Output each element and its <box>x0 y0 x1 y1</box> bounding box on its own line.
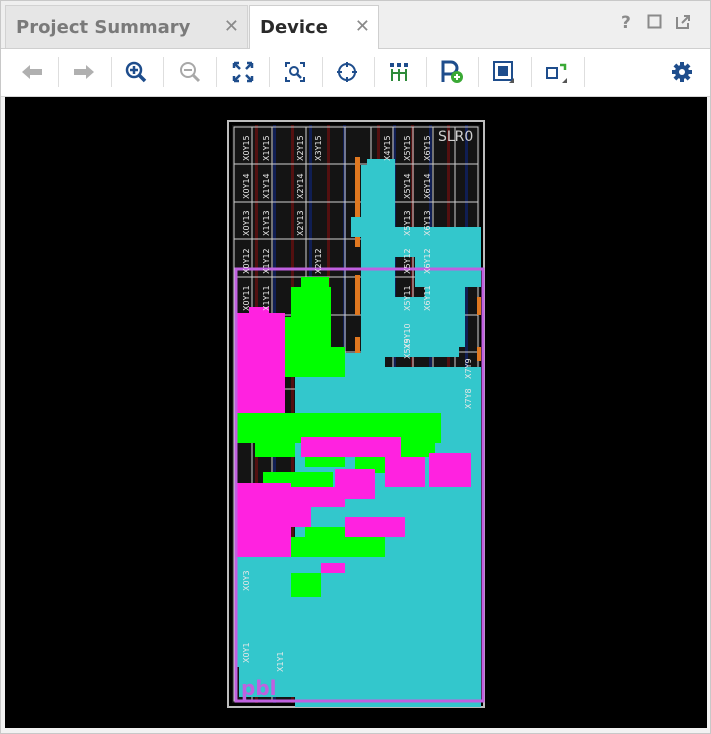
clock-region-label: X1Y12 <box>262 248 271 274</box>
clock-region-label: X4Y15 <box>383 135 392 161</box>
zoom-fit-icon[interactable] <box>230 59 256 85</box>
clock-region-label: X2Y14 <box>296 173 305 199</box>
routing-resources-icon[interactable] <box>386 59 412 85</box>
clock-region-label: X7Y8 <box>464 388 473 409</box>
zoom-out-icon[interactable] <box>177 59 203 85</box>
autofit-selection-icon[interactable] <box>334 59 360 85</box>
toolbar-separator <box>58 57 59 87</box>
clock-region-label: X3Y15 <box>314 135 323 161</box>
pblock-label: pbl <box>241 676 277 700</box>
zoom-in-icon[interactable] <box>123 59 149 85</box>
clock-region-label: X0Y15 <box>242 135 251 161</box>
draw-pblock-icon[interactable] <box>491 59 517 85</box>
clock-region-label: X6Y11 <box>423 285 432 311</box>
device-floorplan[interactable]: pbl SLR0 X0Y15 X1Y15 X2Y15 X3Y15 X4Y15 X… <box>5 97 707 728</box>
toolbar-separator <box>269 57 270 87</box>
clock-region-label: X5Y14 <box>403 173 412 199</box>
clock-region-label: X6Y12 <box>423 248 432 274</box>
close-icon[interactable]: ✕ <box>224 16 239 37</box>
settings-gear-icon[interactable] <box>669 59 695 85</box>
maximize-icon[interactable] <box>647 14 662 34</box>
add-pblock-icon[interactable] <box>439 59 465 85</box>
clock-region-label: X5Y15 <box>403 135 412 161</box>
toolbar-separator <box>426 57 427 87</box>
clock-region-label: X2Y12 <box>314 248 323 274</box>
device-view-panel: Project Summary ✕ Device ✕ ? pbl SLR0 X0… <box>0 0 711 734</box>
help-icon[interactable]: ? <box>621 13 631 33</box>
toolbar <box>1 49 710 97</box>
clock-region-label: X0Y1 <box>242 642 251 663</box>
clock-region-label: X5Y12 <box>403 248 412 274</box>
toolbar-separator <box>374 57 375 87</box>
tab-device[interactable]: Device ✕ <box>249 5 379 49</box>
zoom-selection-icon[interactable] <box>282 59 308 85</box>
clock-region-label: X1Y11 <box>262 285 271 311</box>
clock-region-label: X0Y13 <box>242 210 251 236</box>
device-canvas[interactable]: pbl SLR0 X0Y15 X1Y15 X2Y15 X3Y15 X4Y15 X… <box>5 97 707 728</box>
clock-region-label: X0Y14 <box>242 173 251 199</box>
toolbar-separator <box>584 57 585 87</box>
close-icon[interactable]: ✕ <box>355 16 370 37</box>
clock-region-label: X0Y12 <box>242 248 251 274</box>
back-arrow-icon[interactable] <box>19 59 45 85</box>
clock-region-label: X1Y14 <box>262 173 271 199</box>
clock-region-label: X0Y3 <box>242 570 251 591</box>
clock-region-label: X6Y14 <box>423 173 432 199</box>
clock-region-label: X5Y13 <box>403 210 412 236</box>
clock-region-label: X2Y15 <box>296 135 305 161</box>
draw-box-icon[interactable] <box>544 59 570 85</box>
tab-project-summary-label: Project Summary <box>16 16 191 38</box>
toolbar-separator <box>478 57 479 87</box>
toolbar-separator <box>163 57 164 87</box>
float-window-icon[interactable] <box>675 14 691 35</box>
clock-region-label: X6Y13 <box>423 210 432 236</box>
toolbar-separator <box>111 57 112 87</box>
slr-label: SLR0 <box>438 129 473 145</box>
tab-device-label: Device <box>260 17 328 38</box>
clock-region-label: X1Y15 <box>262 135 271 161</box>
tab-bar: Project Summary ✕ Device ✕ ? <box>1 1 710 49</box>
clock-region-label: X7Y9 <box>464 358 473 379</box>
clock-region-label: X1Y1 <box>276 651 285 672</box>
clock-region-label: X2Y13 <box>296 210 305 236</box>
toolbar-separator <box>531 57 532 87</box>
clock-region-label: X5Y9 <box>403 338 412 359</box>
toolbar-separator <box>216 57 217 87</box>
toolbar-separator <box>322 57 323 87</box>
clock-region-label: X0Y11 <box>242 285 251 311</box>
tab-project-summary[interactable]: Project Summary ✕ <box>5 5 248 48</box>
clock-region-label: X6Y15 <box>423 135 432 161</box>
clock-region-label: X1Y13 <box>262 210 271 236</box>
clock-region-label: X5Y11 <box>403 285 412 311</box>
forward-arrow-icon[interactable] <box>71 59 97 85</box>
